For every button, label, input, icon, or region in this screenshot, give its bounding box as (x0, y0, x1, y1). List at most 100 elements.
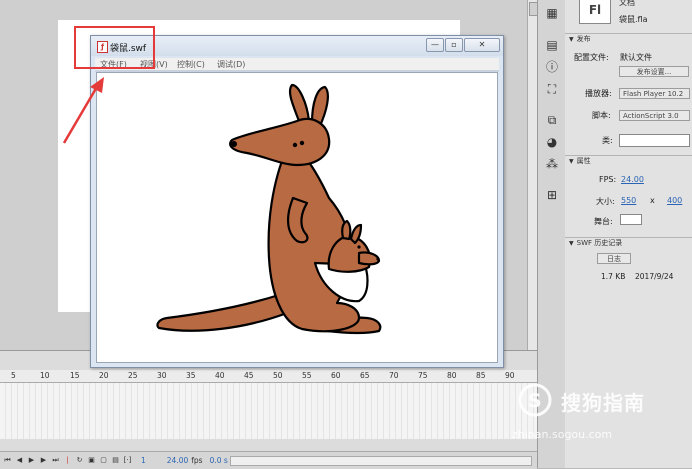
class-label: 类: (602, 136, 613, 145)
stage-width-value[interactable]: 550 (621, 196, 636, 205)
stage-color-swatch[interactable] (620, 214, 642, 225)
ruler-tick: 5 (11, 371, 16, 380)
ruler-tick: 20 (99, 371, 109, 380)
frame-rate[interactable]: 24.00 (167, 456, 188, 465)
timeline-status-bar: ⏮ ◀ ▶ ▶ ⏭ | ↻ ▣ ▢ ▤ [·] 1 24.00 fps 0.0 … (0, 451, 537, 469)
go-last-frame-icon[interactable]: ⏭ (51, 456, 60, 465)
joey-ear (341, 219, 352, 241)
color-icon[interactable]: ◕ (545, 135, 559, 149)
document-header: Fl 文档 袋鼠.fla (565, 0, 692, 32)
ruler-tick: 30 (157, 371, 167, 380)
step-back-icon[interactable]: ◀ (15, 456, 24, 465)
ruler-tick: 70 (389, 371, 399, 380)
script-label: 脚本: (592, 111, 611, 120)
kangaroo-ear-left (288, 83, 311, 123)
menu-debug[interactable]: 调试(D) (217, 59, 245, 70)
document-file-name: 袋鼠.fla (619, 15, 648, 24)
ruler-tick: 40 (215, 371, 225, 380)
kangaroo-head (229, 117, 331, 167)
loop-icon[interactable]: ↻ (75, 456, 84, 465)
ruler-tick: 45 (244, 371, 254, 380)
kangaroo-eye (292, 142, 298, 148)
ruler-tick: 50 (273, 371, 283, 380)
sogou-logo-icon: S (518, 383, 552, 417)
profile-label: 配置文件: (574, 53, 609, 62)
maximize-button[interactable]: ▫ (445, 38, 463, 52)
transform-icon[interactable]: ⛶ (545, 82, 559, 96)
frame-rate-unit: fps (191, 456, 203, 465)
ruler-tick: 55 (302, 371, 312, 380)
watermark-url: zhinan.sogou.com (512, 428, 613, 441)
swatches-icon[interactable]: ⁂ (545, 157, 559, 171)
kangaroo-tail (156, 293, 289, 332)
document-type-label: 文档 (619, 0, 635, 7)
onion-outline-icon[interactable]: ▢ (99, 456, 108, 465)
align-icon[interactable]: ▤ (545, 38, 559, 52)
minimize-button[interactable]: — (426, 38, 444, 52)
swf-publish-date: 2017/9/24 (635, 272, 674, 281)
joey-snout (357, 251, 381, 266)
go-first-frame-icon[interactable]: ⏮ (3, 456, 12, 465)
timeline-frames[interactable] (0, 383, 537, 439)
collapse-triangle-icon: ▼ (569, 36, 574, 43)
kangaroo-nose (231, 141, 237, 147)
ruler-tick: 85 (476, 371, 486, 380)
ruler-tick: 15 (70, 371, 80, 380)
info-icon[interactable]: ⓘ (545, 60, 559, 74)
player-label: 播放器: (585, 89, 612, 98)
ruler-tick: 80 (447, 371, 457, 380)
step-forward-icon[interactable]: ▶ (39, 456, 48, 465)
watermark-text: 搜狗指南 (561, 391, 645, 415)
log-button[interactable]: 日志 (597, 253, 631, 264)
publish-section-header[interactable]: ▼ 发布 (565, 33, 692, 45)
fps-label: FPS: (599, 175, 617, 184)
class-input[interactable] (619, 134, 690, 147)
annotation-arrow-icon (62, 77, 104, 144)
onion-markers-icon[interactable]: [·] (123, 456, 132, 465)
timeline-horizontal-scrollbar[interactable] (230, 456, 532, 466)
swf-file-size: 1.7 KB (601, 272, 626, 281)
ruler-tick: 60 (331, 371, 341, 380)
section-title: 发布 (576, 35, 591, 43)
size-label: 大小: (596, 197, 615, 206)
publish-settings-button[interactable]: 发布设置... (619, 66, 689, 77)
attributes-section-header[interactable]: ▼ 属性 (565, 155, 692, 167)
joey-nose (376, 257, 380, 261)
play-icon[interactable]: ▶ (27, 456, 36, 465)
swf-player-window[interactable]: ƒ 袋鼠.swf — ▫ ✕ 文件(F) 视图(V) 控制(C) 调试(D) (90, 35, 504, 368)
kangaroo-illustration (156, 83, 382, 335)
swf-history-section-header[interactable]: ▼ SWF 历史记录 (565, 237, 692, 249)
current-frame[interactable]: 1 (141, 456, 146, 465)
section-title: SWF 历史记录 (576, 239, 623, 247)
elapsed-time: 0.0 s (209, 456, 228, 465)
flash-document-icon: Fl (579, 0, 611, 24)
menu-control[interactable]: 控制(C) (177, 59, 205, 70)
player-version-select[interactable]: Flash Player 10.2 (619, 88, 690, 99)
collapse-triangle-icon: ▼ (569, 240, 574, 247)
components-icon[interactable]: ⧉ (545, 113, 559, 127)
motion-presets-icon[interactable]: ⊞ (545, 188, 559, 202)
ruler-tick: 35 (186, 371, 196, 380)
size-separator: x (650, 196, 655, 205)
close-button[interactable]: ✕ (464, 38, 500, 52)
fps-value[interactable]: 24.00 (621, 175, 644, 184)
library-grid-icon[interactable]: ▦ (545, 6, 559, 20)
ruler-tick: 65 (360, 371, 370, 380)
ruler-tick: 10 (40, 371, 50, 380)
timeline-frame-ruler[interactable]: 5 10 15 20 25 30 35 40 45 50 55 60 65 70… (0, 370, 537, 383)
ruler-tick: 90 (505, 371, 515, 380)
section-title: 属性 (576, 157, 591, 165)
swf-movie-area[interactable] (96, 72, 498, 363)
onion-skin-icon[interactable]: ▣ (87, 456, 96, 465)
profile-value: 默认文件 (620, 53, 652, 62)
highlight-box (74, 26, 155, 69)
collapse-triangle-icon: ▼ (569, 158, 574, 165)
stage-height-value[interactable]: 400 (667, 196, 682, 205)
center-frame-icon[interactable]: | (63, 456, 72, 465)
edit-multiple-frames-icon[interactable]: ▤ (111, 456, 120, 465)
ruler-tick: 75 (418, 371, 428, 380)
sogou-watermark: S 搜狗指南 (515, 383, 675, 419)
joey-eye (357, 245, 361, 249)
kangaroo-eye (299, 140, 305, 146)
script-version-select[interactable]: ActionScript 3.0 (619, 110, 690, 121)
